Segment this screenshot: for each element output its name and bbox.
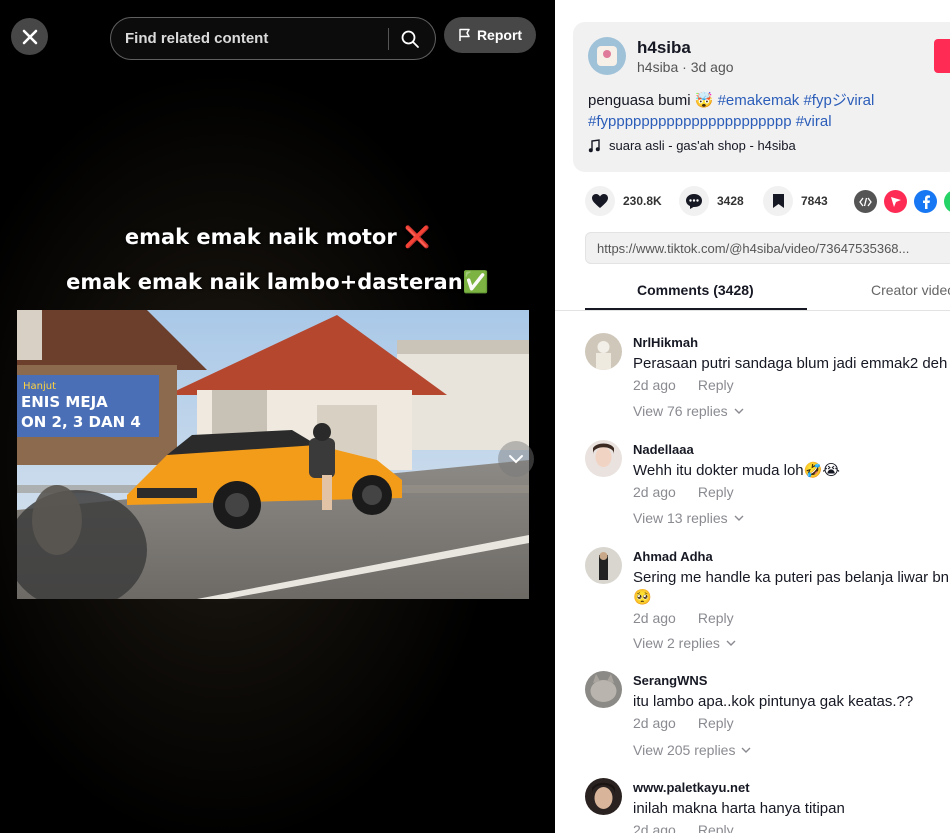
- reply-button[interactable]: Reply: [698, 377, 734, 393]
- chevron-down-icon: [509, 455, 523, 464]
- comment-date: 2d ago: [633, 610, 676, 626]
- commenter-username[interactable]: SerangWNS: [633, 673, 707, 688]
- comment-meta: 2d ago Reply: [633, 377, 734, 393]
- reply-button[interactable]: Reply: [698, 484, 734, 500]
- reply-button[interactable]: Reply: [698, 715, 734, 731]
- music-note-icon: [588, 138, 600, 152]
- commenter-username[interactable]: www.paletkayu.net: [633, 780, 750, 795]
- whatsapp-share-button[interactable]: [944, 190, 950, 213]
- tab-comments[interactable]: Comments (3428): [637, 282, 754, 298]
- search-divider: [388, 28, 389, 50]
- comment-date: 2d ago: [633, 715, 676, 731]
- comment-text: Perasaan putri sandaga blum jadi emmak2 …: [633, 355, 948, 372]
- action-bar: 230.8K 3428 7843: [585, 186, 950, 216]
- view-replies-button[interactable]: View 2 replies: [633, 635, 736, 651]
- next-video-button[interactable]: [498, 441, 534, 477]
- comment-meta: 2d ago Reply: [633, 822, 734, 833]
- save-count: 7843: [801, 194, 828, 208]
- comment-text: Sering me handle ka puteri pas belanja l…: [633, 569, 950, 606]
- comment-icon: [686, 193, 702, 209]
- close-icon: [22, 29, 37, 44]
- flag-icon: [459, 28, 470, 41]
- comment-meta: 2d ago Reply: [633, 715, 734, 731]
- chevron-down-icon: [741, 747, 751, 753]
- view-replies-label: View 205 replies: [633, 742, 736, 758]
- comment-meta: 2d ago Reply: [633, 484, 734, 500]
- commenter-avatar[interactable]: [585, 333, 622, 370]
- chevron-down-icon: [734, 515, 744, 521]
- reply-button[interactable]: Reply: [698, 822, 734, 833]
- hashtag-link[interactable]: #viral: [796, 113, 832, 130]
- comment-date: 2d ago: [633, 377, 676, 393]
- view-replies-label: View 2 replies: [633, 635, 720, 651]
- facebook-icon: [922, 194, 930, 209]
- comment-text: inilah makna harta hanya titipan: [633, 800, 845, 817]
- music-title: suara asli - gas'ah shop - h4siba: [609, 138, 796, 153]
- video-caption-line-2: emak emak naik lambo+dasteran✅: [66, 270, 489, 294]
- comment-meta: 2d ago Reply: [633, 610, 734, 626]
- report-label: Report: [476, 27, 523, 43]
- close-button[interactable]: [11, 18, 48, 55]
- video-scene: Hanjut ENIS MEJA ON 2, 3 DAN 4: [17, 310, 529, 599]
- video-frame: Hanjut ENIS MEJA ON 2, 3 DAN 4: [17, 310, 529, 599]
- commenter-username[interactable]: NrlHikmah: [633, 335, 698, 350]
- commenter-avatar[interactable]: [585, 547, 622, 584]
- author-meta: h4siba · 3d ago: [637, 59, 734, 75]
- hashtag-link[interactable]: #fypジviral: [803, 92, 874, 109]
- search-input[interactable]: [125, 18, 385, 59]
- view-replies-button[interactable]: View 76 replies: [633, 403, 744, 419]
- tab-bar: Comments (3428) Creator videos: [585, 280, 950, 310]
- comment-text: Wehh itu dokter muda loh🤣😭: [633, 462, 840, 479]
- chevron-down-icon: [726, 640, 736, 646]
- comment-action[interactable]: 3428: [679, 186, 744, 216]
- reply-button[interactable]: Reply: [698, 610, 734, 626]
- commenter-username[interactable]: Nadellaaa: [633, 442, 694, 457]
- video-caption-line-1: emak emak naik motor ❌: [124, 225, 431, 249]
- comment-text: itu lambo apa..kok pintunya gak keatas.?…: [633, 693, 914, 710]
- follow-button[interactable]: [934, 39, 950, 73]
- embed-button[interactable]: [854, 190, 877, 213]
- description-text: penguasa bumi 🤯: [588, 92, 718, 109]
- details-panel: h4siba h4siba · 3d ago penguasa bumi 🤯 #…: [555, 0, 950, 833]
- tab-creator-videos[interactable]: Creator videos: [871, 282, 950, 298]
- send-icon: [890, 196, 901, 207]
- search-bar: [110, 17, 436, 60]
- comment-date: 2d ago: [633, 484, 676, 500]
- like-count: 230.8K: [623, 194, 662, 208]
- hashtag-link[interactable]: #emakemak: [718, 92, 800, 109]
- video-player[interactable]: Report emak emak naik motor ❌ emak emak …: [0, 0, 555, 833]
- comment-count: 3428: [717, 194, 744, 208]
- author-avatar[interactable]: [588, 37, 626, 75]
- author-username[interactable]: h4siba: [637, 38, 691, 58]
- post-info-card: h4siba h4siba · 3d ago penguasa bumi 🤯 #…: [573, 22, 950, 172]
- post-description: penguasa bumi 🤯 #emakemak #fypジviral #fy…: [588, 90, 928, 132]
- tab-divider: [555, 310, 950, 311]
- embed-code-icon: [859, 197, 872, 206]
- commenter-username[interactable]: Ahmad Adha: [633, 549, 713, 564]
- view-replies-button[interactable]: View 205 replies: [633, 742, 751, 758]
- heart-icon: [592, 194, 608, 208]
- chevron-down-icon: [734, 408, 744, 414]
- search-icon[interactable]: [400, 29, 420, 49]
- shop-sign-line-2: ON 2, 3 DAN 4: [21, 413, 141, 431]
- bookmark-icon: [772, 194, 784, 208]
- commenter-avatar[interactable]: [585, 778, 622, 815]
- music-link[interactable]: suara asli - gas'ah shop - h4siba: [588, 138, 796, 153]
- shop-sign-top: Hanjut: [23, 381, 56, 392]
- commenter-avatar[interactable]: [585, 440, 622, 477]
- send-to-friends-button[interactable]: [884, 190, 907, 213]
- like-action[interactable]: 230.8K: [585, 186, 662, 216]
- shop-sign-line-1: ENIS MEJA: [21, 393, 108, 411]
- video-link-field[interactable]: https://www.tiktok.com/@h4siba/video/736…: [585, 232, 950, 264]
- view-replies-label: View 13 replies: [633, 510, 728, 526]
- facebook-share-button[interactable]: [914, 190, 937, 213]
- save-action[interactable]: 7843: [763, 186, 828, 216]
- comment-date: 2d ago: [633, 822, 676, 833]
- view-replies-button[interactable]: View 13 replies: [633, 510, 744, 526]
- view-replies-label: View 76 replies: [633, 403, 728, 419]
- report-button[interactable]: Report: [444, 17, 536, 53]
- commenter-avatar[interactable]: [585, 671, 622, 708]
- hashtag-link[interactable]: #fypppppppppppppppppppppp: [588, 113, 792, 130]
